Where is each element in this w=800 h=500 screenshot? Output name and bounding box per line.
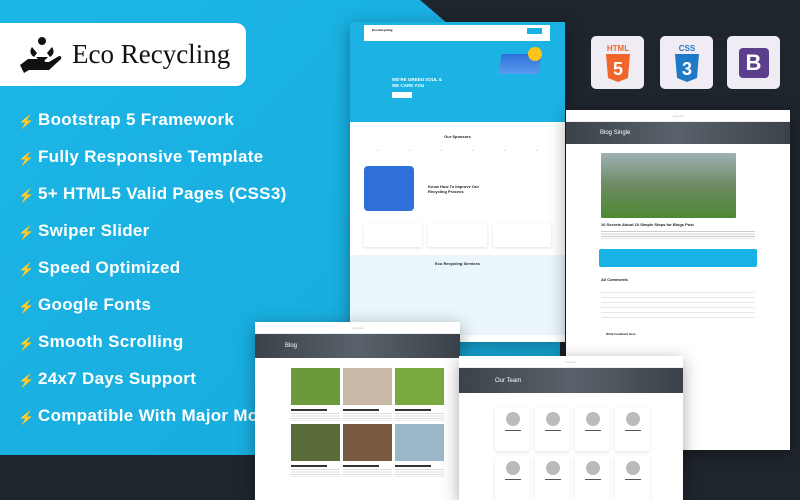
bolt-icon: ⚡	[18, 114, 35, 129]
hand-recycle-icon	[20, 36, 62, 73]
bootstrap-badge: B	[727, 36, 780, 89]
blog-single-nav: ▪ ▪ ▪ ▪ ▪ ▪	[566, 110, 790, 122]
css3-icon: CSS 3	[674, 44, 699, 82]
home-page-mockup: Eco Recycling WE'RE GREEN SOUL & WE CARE …	[350, 22, 565, 342]
feature-label: Speed Optimized	[38, 258, 181, 277]
avatar	[545, 412, 560, 426]
svg-text:CSS: CSS	[678, 44, 695, 53]
feature-label: Fully Responsive Template	[38, 147, 264, 166]
team-member-card[interactable]	[535, 407, 570, 451]
feature-item: ⚡ Swiper Slider	[18, 221, 381, 258]
recycle-bin-graphic	[364, 166, 414, 211]
html-label: HTML	[606, 44, 628, 53]
blog-card[interactable]	[291, 368, 340, 421]
avatar	[545, 461, 560, 475]
post-title: 10 Secrets About 10 Simple Steps for Blo…	[601, 222, 694, 227]
team-header: Our Team	[459, 368, 683, 393]
feature-item: ⚡ Fully Responsive Template	[18, 147, 381, 184]
post-image	[601, 153, 736, 218]
blog-card[interactable]	[343, 424, 392, 477]
avatar	[505, 412, 520, 426]
blog-card[interactable]	[395, 424, 444, 477]
avatar	[625, 412, 640, 426]
feature-label: Smooth Scrolling	[38, 332, 184, 351]
feature-item: ⚡ Speed Optimized	[18, 258, 381, 295]
comments-title: All Comments	[601, 277, 628, 282]
process-title: Know How To Improve Our Recycling Proces…	[428, 183, 480, 194]
feature-label: Swiper Slider	[38, 221, 150, 240]
svg-text:5: 5	[612, 59, 622, 79]
feature-label: 5+ HTML5 Valid Pages (CSS3)	[38, 184, 287, 203]
brand-name: Eco Recycling	[72, 39, 231, 69]
feature-item: ⚡ 5+ HTML5 Valid Pages (CSS3)	[18, 184, 381, 221]
team-member-card[interactable]	[535, 456, 570, 500]
brand-logo-card: Eco Recycling	[0, 23, 246, 86]
feedback-title: Write Feedback Here	[606, 332, 636, 336]
bolt-icon: ⚡	[18, 151, 35, 166]
bolt-icon: ⚡	[18, 336, 35, 351]
bootstrap-icon: B	[738, 47, 769, 78]
blog-nav: ▪ ▪ ▪ ▪ ▪ ▪	[255, 322, 460, 334]
blog-card[interactable]	[395, 368, 444, 421]
author-box	[599, 249, 757, 267]
team-nav: ▪ ▪ ▪ ▪ ▪ ▪	[459, 356, 683, 368]
bolt-icon: ⚡	[18, 262, 35, 277]
feature-label: Bootstrap 5 Framework	[38, 110, 235, 129]
team-member-card[interactable]	[495, 456, 530, 500]
blog-single-header: Blog Single	[566, 122, 790, 144]
hero-title-2: WE CARE YOU	[392, 83, 425, 88]
team-page-mockup: ▪ ▪ ▪ ▪ ▪ ▪ Our Team	[459, 356, 683, 500]
bolt-icon: ⚡	[18, 299, 35, 314]
team-member-card[interactable]	[615, 407, 650, 451]
bolt-icon: ⚡	[18, 373, 35, 388]
team-member-card[interactable]	[575, 456, 610, 500]
html5-badge: HTML 5	[591, 36, 644, 89]
team-member-card[interactable]	[575, 407, 610, 451]
feature-label: Google Fonts	[38, 295, 152, 314]
team-member-card[interactable]	[495, 407, 530, 451]
bolt-icon: ⚡	[18, 225, 35, 240]
css3-badge: CSS 3	[660, 36, 713, 89]
blog-header: Blog	[255, 334, 460, 358]
avatar	[505, 461, 520, 475]
feature-item: ⚡ Bootstrap 5 Framework	[18, 110, 381, 147]
feature-label: 24x7 Days Support	[38, 369, 197, 388]
services-title: Eco Recycling Services	[435, 261, 480, 266]
avatar	[585, 412, 600, 426]
team-member-card[interactable]	[615, 456, 650, 500]
svg-text:3: 3	[681, 59, 691, 79]
html5-icon: HTML 5	[605, 44, 630, 82]
home-nav: Eco Recycling	[364, 25, 550, 41]
avatar	[585, 461, 600, 475]
blog-page-mockup: ▪ ▪ ▪ ▪ ▪ ▪ Blog	[255, 322, 460, 500]
avatar	[625, 461, 640, 475]
blog-card[interactable]	[343, 368, 392, 421]
sun-graphic	[528, 47, 542, 61]
blog-card[interactable]	[291, 424, 340, 477]
bolt-icon: ⚡	[18, 410, 35, 425]
bolt-icon: ⚡	[18, 188, 35, 203]
